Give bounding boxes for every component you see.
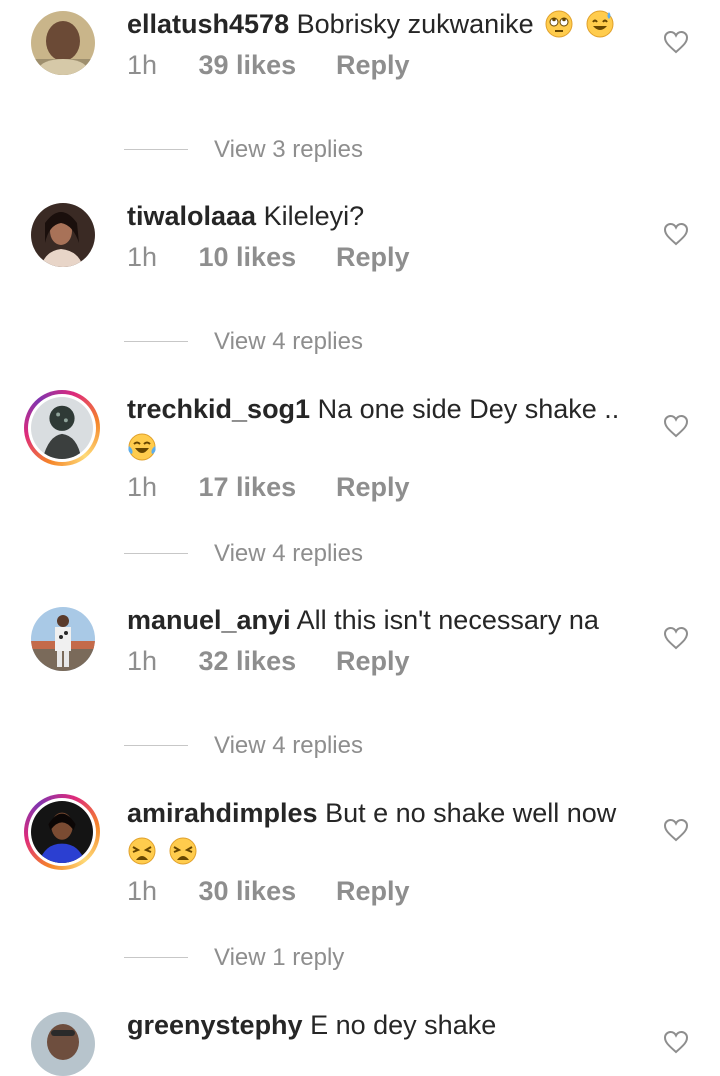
avatar[interactable] <box>31 203 95 267</box>
comment-meta: 1h 30 likes Reply <box>127 876 410 907</box>
likes-count[interactable]: 30 likes <box>199 876 329 907</box>
comment-body: Kileleyi? <box>263 201 365 231</box>
replies-divider <box>124 341 188 342</box>
comment-username[interactable]: trechkid_sog1 <box>127 394 310 424</box>
avatar <box>31 801 93 863</box>
replies-divider <box>124 149 188 150</box>
weary-face-emoji <box>168 836 198 866</box>
like-heart-icon[interactable] <box>663 222 689 246</box>
like-heart-icon[interactable] <box>663 1030 689 1054</box>
comment-body: Bobrisky zukwanike <box>296 9 534 39</box>
comment-body: Na one side Dey shake .. <box>317 394 620 424</box>
view-replies-label[interactable]: View 1 reply <box>214 943 344 973</box>
like-heart-icon[interactable] <box>663 818 689 842</box>
comment-username[interactable]: greenystephy <box>127 1010 303 1040</box>
view-replies-label[interactable]: View 4 replies <box>214 539 363 569</box>
avatar-story-ring[interactable] <box>24 794 100 870</box>
comment-meta: 1h 39 likes Reply <box>127 50 410 81</box>
like-heart-icon[interactable] <box>663 626 689 650</box>
replies-divider <box>124 745 188 746</box>
view-replies-label[interactable]: View 3 replies <box>214 135 363 165</box>
reply-button[interactable]: Reply <box>336 876 410 907</box>
avatar[interactable] <box>31 607 95 671</box>
reply-button[interactable]: Reply <box>336 50 410 81</box>
comment-time: 1h <box>127 472 158 502</box>
avatar[interactable] <box>31 1012 95 1076</box>
grinning-sweat-emoji <box>585 9 615 39</box>
comment-username[interactable]: tiwalolaaa <box>127 201 256 231</box>
view-replies-label[interactable]: View 4 replies <box>214 731 363 761</box>
face-with-rolling-eyes-emoji <box>544 9 574 39</box>
tears-of-joy-emoji <box>127 432 157 462</box>
reply-button[interactable]: Reply <box>336 472 410 503</box>
comment-body: But e no shake well now <box>325 798 617 828</box>
like-heart-icon[interactable] <box>663 30 689 54</box>
comment-time: 1h <box>127 242 158 272</box>
comment-username[interactable]: amirahdimples <box>127 798 318 828</box>
comment-username[interactable]: ellatush4578 <box>127 9 289 39</box>
likes-count[interactable]: 32 likes <box>199 646 329 677</box>
replies-divider <box>124 553 188 554</box>
likes-count[interactable]: 10 likes <box>199 242 329 273</box>
view-replies-label[interactable]: View 4 replies <box>214 327 363 357</box>
comment-meta: 1h 32 likes Reply <box>127 646 410 677</box>
reply-button[interactable]: Reply <box>336 646 410 677</box>
comment-meta: 1h 17 likes Reply <box>127 472 410 503</box>
like-heart-icon[interactable] <box>663 414 689 438</box>
replies-divider <box>124 957 188 958</box>
comment-body: All this isn't necessary na <box>296 605 599 635</box>
likes-count[interactable]: 17 likes <box>199 472 329 503</box>
comment-time: 1h <box>127 876 158 906</box>
comment-text: trechkid_sog1 Na one side Dey shake .. <box>127 390 627 466</box>
comment-text: amirahdimples But e no shake well now <box>127 794 627 870</box>
comment-text: greenystephy E no dey shake <box>127 1006 627 1044</box>
avatar[interactable] <box>31 11 95 75</box>
comment-body: E no dey shake <box>310 1010 497 1040</box>
comment-username[interactable]: manuel_anyi <box>127 605 291 635</box>
reply-button[interactable]: Reply <box>336 242 410 273</box>
comment-time: 1h <box>127 50 158 80</box>
comment-text: tiwalolaaa Kileleyi? <box>127 197 627 235</box>
avatar <box>31 397 93 459</box>
weary-face-emoji <box>127 836 157 866</box>
comment-text: manuel_anyi All this isn't necessary na <box>127 601 627 639</box>
avatar-story-ring[interactable] <box>24 390 100 466</box>
likes-count[interactable]: 39 likes <box>199 50 329 81</box>
comment-meta: 1h 10 likes Reply <box>127 242 410 273</box>
comment-time: 1h <box>127 646 158 676</box>
comment-text: ellatush4578 Bobrisky zukwanike <box>127 5 627 43</box>
